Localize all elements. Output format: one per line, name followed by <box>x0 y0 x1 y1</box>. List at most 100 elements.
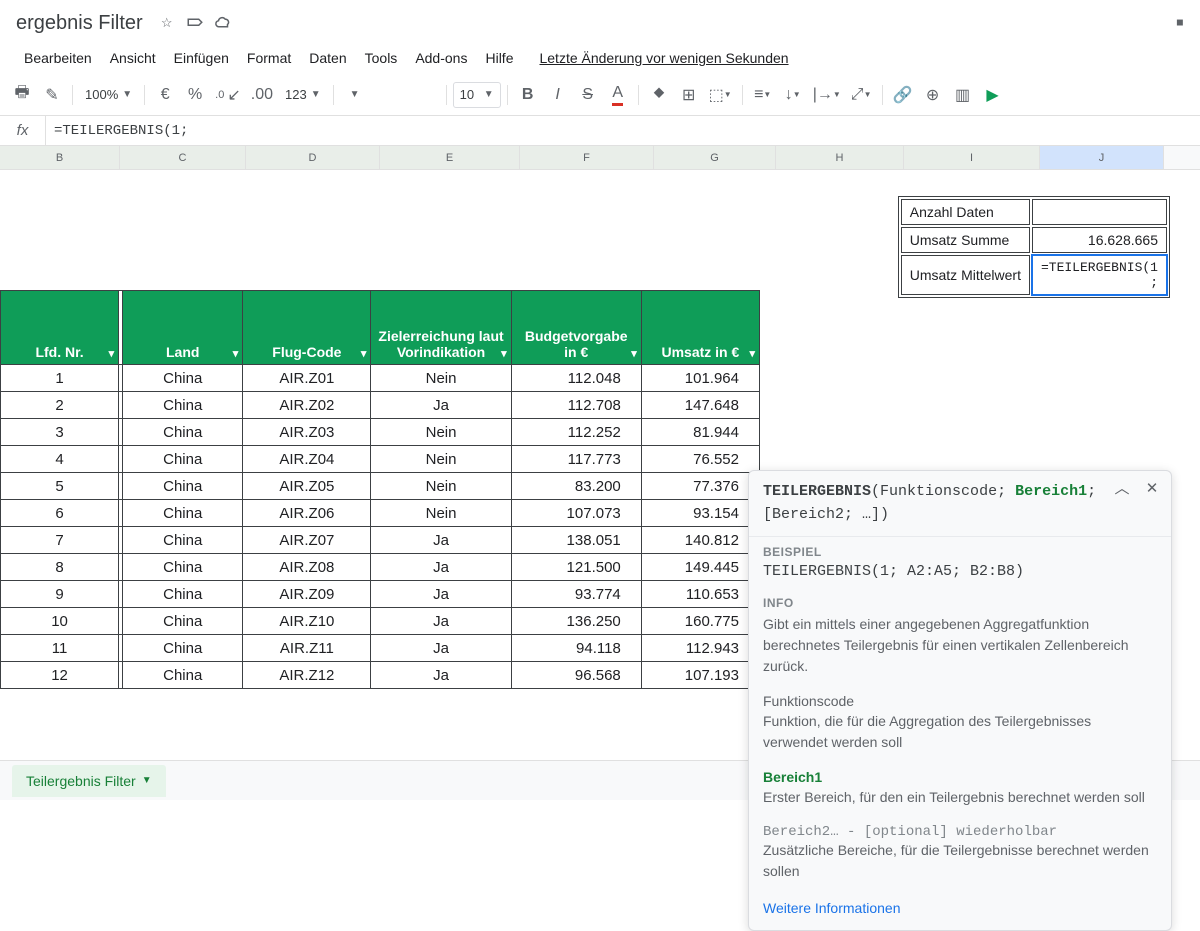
cell[interactable]: 93.154 <box>641 500 759 527</box>
cell[interactable]: 10 <box>1 608 119 635</box>
cell[interactable]: China <box>123 365 243 392</box>
chart-button[interactable]: ▥ <box>949 81 977 109</box>
cell[interactable]: 76.552 <box>641 446 759 473</box>
cell[interactable]: 81.944 <box>641 419 759 446</box>
bold-button[interactable]: B <box>514 81 542 109</box>
cell[interactable]: 121.500 <box>511 554 641 581</box>
filter-icon[interactable]: ▾ <box>501 347 507 360</box>
cell[interactable]: 96.568 <box>511 662 641 689</box>
summary-value[interactable] <box>1032 199 1167 225</box>
collapse-icon[interactable]: ︿ <box>1111 479 1133 501</box>
sheet-body[interactable]: Anzahl Daten Umsatz Summe16.628.665 Umsa… <box>0 170 1200 730</box>
filter-button[interactable]: ▶ <box>979 81 1007 109</box>
table-row[interactable]: 1ChinaAIR.Z01Nein112.048101.964 <box>1 365 760 392</box>
valign-button[interactable]: ↓▼ <box>779 81 807 109</box>
cell[interactable]: AIR.Z03 <box>243 419 371 446</box>
cell[interactable]: 93.774 <box>511 581 641 608</box>
cell[interactable]: China <box>123 527 243 554</box>
cell[interactable]: China <box>123 392 243 419</box>
cell[interactable]: 140.812 <box>641 527 759 554</box>
cell[interactable]: 4 <box>1 446 119 473</box>
cell[interactable]: 147.648 <box>641 392 759 419</box>
col-header[interactable]: Umsatz in €▾ <box>641 291 759 365</box>
cell[interactable]: China <box>123 446 243 473</box>
summary-label[interactable]: Umsatz Summe <box>901 227 1030 253</box>
table-row[interactable]: 11ChinaAIR.Z11Ja94.118112.943 <box>1 635 760 662</box>
table-row[interactable]: 2ChinaAIR.Z02Ja112.708147.648 <box>1 392 760 419</box>
cell[interactable]: 7 <box>1 527 119 554</box>
cell[interactable]: 8 <box>1 554 119 581</box>
menu-addons[interactable]: Add-ons <box>407 46 475 70</box>
cell[interactable]: China <box>123 473 243 500</box>
col-i[interactable]: I <box>904 146 1040 169</box>
col-header[interactable]: Budgetvorgabe in €▾ <box>511 291 641 365</box>
filter-icon[interactable]: ▾ <box>749 347 755 360</box>
cell[interactable]: Ja <box>371 527 511 554</box>
cell[interactable]: Nein <box>371 446 511 473</box>
move-icon[interactable] <box>185 13 205 33</box>
cell[interactable]: 160.775 <box>641 608 759 635</box>
comment-icon[interactable]: ▪ <box>1175 9 1184 37</box>
menu-format[interactable]: Format <box>239 46 299 70</box>
cell[interactable]: 11 <box>1 635 119 662</box>
cell[interactable]: Nein <box>371 473 511 500</box>
cell[interactable]: 112.943 <box>641 635 759 662</box>
col-c[interactable]: C <box>120 146 246 169</box>
active-cell[interactable]: =TEILERGEBNIS(1 ; <box>1032 255 1167 295</box>
cell[interactable]: 94.118 <box>511 635 641 662</box>
table-row[interactable]: 4ChinaAIR.Z04Nein117.77376.552 <box>1 446 760 473</box>
cell[interactable]: China <box>123 419 243 446</box>
text-color-button[interactable]: A <box>604 81 632 109</box>
table-row[interactable]: 7ChinaAIR.Z07Ja138.051140.812 <box>1 527 760 554</box>
col-g[interactable]: G <box>654 146 776 169</box>
paint-format-icon[interactable]: ✎ <box>38 81 66 109</box>
cell[interactable]: AIR.Z06 <box>243 500 371 527</box>
cell[interactable]: 9 <box>1 581 119 608</box>
cell[interactable]: China <box>123 500 243 527</box>
document-title[interactable]: ergebnis Filter <box>16 12 143 35</box>
cell[interactable]: AIR.Z08 <box>243 554 371 581</box>
cell[interactable]: Ja <box>371 635 511 662</box>
cell[interactable]: AIR.Z12 <box>243 662 371 689</box>
cell[interactable]: 107.073 <box>511 500 641 527</box>
cell[interactable]: 6 <box>1 500 119 527</box>
table-row[interactable]: 9ChinaAIR.Z09Ja93.774110.653 <box>1 581 760 608</box>
cell[interactable]: China <box>123 581 243 608</box>
table-row[interactable]: 8ChinaAIR.Z08Ja121.500149.445 <box>1 554 760 581</box>
summary-label[interactable]: Anzahl Daten <box>901 199 1030 225</box>
cell[interactable]: 112.048 <box>511 365 641 392</box>
cell[interactable]: 149.445 <box>641 554 759 581</box>
merge-button[interactable]: ⬚▼ <box>705 81 736 109</box>
cell[interactable]: AIR.Z05 <box>243 473 371 500</box>
cell[interactable]: 112.708 <box>511 392 641 419</box>
print-icon[interactable]: 🖶 <box>8 81 36 109</box>
cell[interactable]: AIR.Z02 <box>243 392 371 419</box>
cell[interactable]: 83.200 <box>511 473 641 500</box>
cell[interactable]: AIR.Z01 <box>243 365 371 392</box>
cell[interactable]: 5 <box>1 473 119 500</box>
formula-input[interactable]: =TEILERGEBNIS(1; <box>46 123 1200 139</box>
cell[interactable]: AIR.Z07 <box>243 527 371 554</box>
cell[interactable]: Nein <box>371 419 511 446</box>
currency-button[interactable]: € <box>151 81 179 109</box>
cell[interactable]: Nein <box>371 365 511 392</box>
fx-icon[interactable]: fx <box>0 116 46 145</box>
col-h[interactable]: H <box>776 146 904 169</box>
cell[interactable]: 1 <box>1 365 119 392</box>
table-row[interactable]: 12ChinaAIR.Z12Ja96.568107.193 <box>1 662 760 689</box>
cell[interactable]: China <box>123 662 243 689</box>
table-row[interactable]: 10ChinaAIR.Z10Ja136.250160.775 <box>1 608 760 635</box>
decrease-decimal-button[interactable]: .0 ↙ <box>211 81 245 109</box>
more-info-link[interactable]: Weitere Informationen <box>749 890 1171 930</box>
comment-button[interactable]: ⊕ <box>919 81 947 109</box>
halign-button[interactable]: ≡▼ <box>749 81 777 109</box>
cell[interactable]: 77.376 <box>641 473 759 500</box>
cell[interactable]: 2 <box>1 392 119 419</box>
close-icon[interactable]: ✕ <box>1141 479 1163 501</box>
link-button[interactable]: 🔗 <box>889 81 917 109</box>
cell[interactable]: 138.051 <box>511 527 641 554</box>
cell[interactable]: 3 <box>1 419 119 446</box>
cell[interactable]: AIR.Z10 <box>243 608 371 635</box>
table-row[interactable]: 5ChinaAIR.Z05Nein83.20077.376 <box>1 473 760 500</box>
col-header[interactable]: Zielerreichung laut Vorindikation▾ <box>371 291 511 365</box>
